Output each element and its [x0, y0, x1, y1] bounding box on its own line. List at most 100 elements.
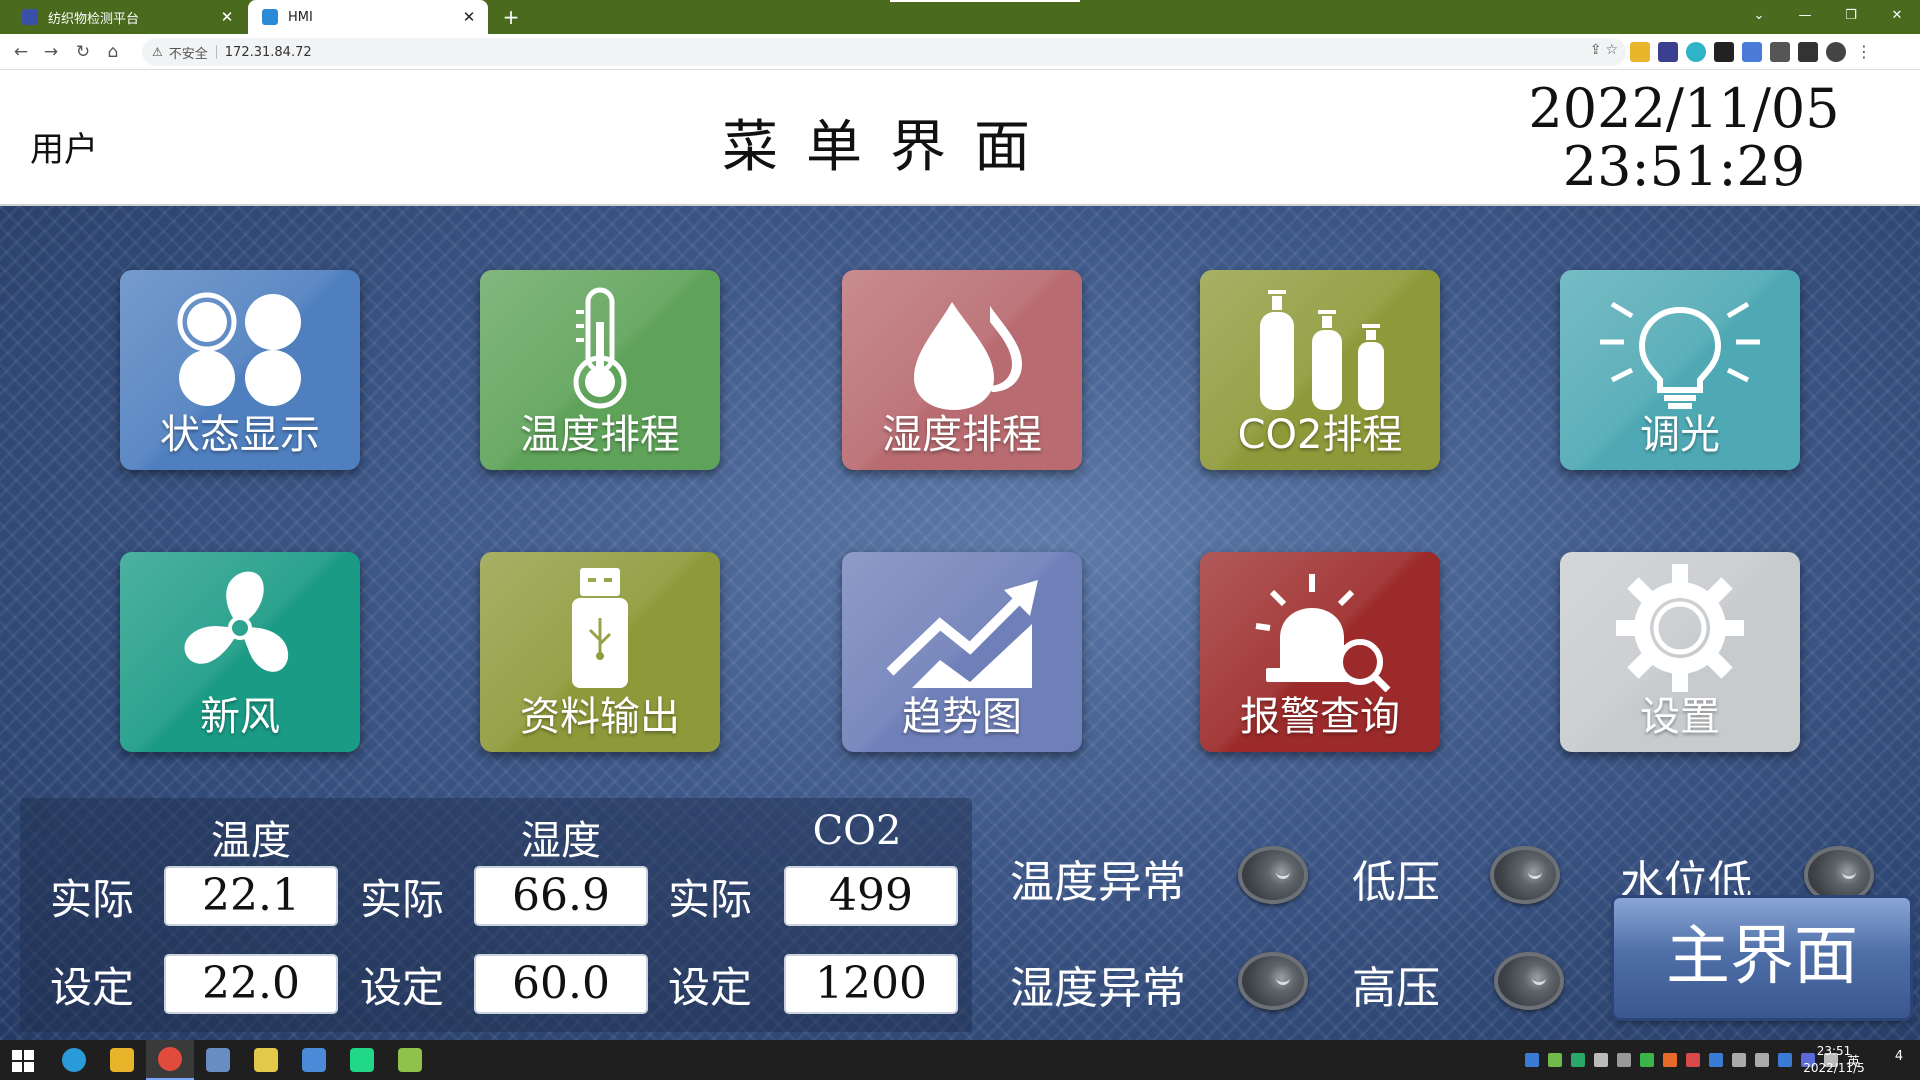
profile-avatar-icon[interactable]: [1826, 42, 1846, 62]
address-bar[interactable]: ⚠ 不安全 172.31.84.72 ⇪ ☆: [142, 38, 1626, 66]
pycharm-app[interactable]: [338, 1040, 386, 1080]
bluetooth-icon[interactable]: [1708, 1053, 1723, 1067]
hmi-header: 用户 菜单界面 2022/11/05 23:51:29: [0, 70, 1920, 206]
tray-cloud-icon[interactable]: [1593, 1053, 1608, 1067]
compass-extension-icon[interactable]: [1686, 42, 1706, 62]
tile-temperature-schedule[interactable]: 温度排程: [480, 270, 720, 470]
clock-time: 23:51:29: [1562, 135, 1806, 198]
security-tray-icon[interactable]: [1777, 1053, 1792, 1067]
divider: [215, 45, 217, 59]
taskbar-time: 23:51: [1816, 1044, 1852, 1058]
tab-textile-platform[interactable]: 纺织物检测平台 ✕: [8, 0, 246, 34]
share-icon[interactable]: ⇪: [1590, 42, 1602, 58]
temperature-alarm-lamp-icon: [1238, 846, 1308, 904]
kebab-menu-icon[interactable]: ⋮: [1854, 42, 1874, 62]
humidity-header: 湿度: [521, 818, 601, 864]
edge-app[interactable]: [50, 1040, 98, 1080]
tile-label: 趋势图: [902, 694, 1022, 740]
tray-app3-icon[interactable]: [1685, 1053, 1700, 1067]
light-bulb-icon: [1600, 301, 1760, 409]
windows-start-icon[interactable]: [12, 1050, 34, 1072]
tab-close-icon[interactable]: ✕: [460, 8, 478, 26]
actual-label: 实际: [668, 875, 753, 924]
box-extension-icon[interactable]: [1714, 42, 1734, 62]
tile-alarm-query[interactable]: 报警查询: [1200, 552, 1440, 752]
calc-icon: [254, 1048, 278, 1072]
tile-dimming[interactable]: 调光: [1560, 270, 1800, 470]
tile-label: 温度排程: [520, 412, 680, 458]
pycharm-icon: [350, 1048, 374, 1072]
tile-humidity-schedule[interactable]: 湿度排程: [842, 270, 1082, 470]
reload-icon[interactable]: ↻: [70, 39, 96, 65]
network-tray-icon[interactable]: [1754, 1053, 1769, 1067]
tray-nvidia-icon[interactable]: [1547, 1053, 1562, 1067]
monitor-icon: [206, 1048, 230, 1072]
browser-tab-strip: 纺织物检测平台 ✕ HMI ✕ + ⌄ — ❐ ✕: [0, 0, 1920, 34]
thermometer-icon: [573, 287, 627, 409]
tile-settings[interactable]: 设置: [1560, 552, 1800, 752]
tab-search-button[interactable]: ⌄: [1736, 0, 1782, 34]
chrome-app[interactable]: [146, 1040, 194, 1080]
tray-app2-icon[interactable]: [1662, 1053, 1677, 1067]
browser-toolbar: ← → ↻ ⌂ ⚠ 不安全 172.31.84.72 ⇪ ☆ ⋮: [0, 34, 1920, 70]
usb-tray-icon[interactable]: [1731, 1053, 1746, 1067]
tray-sheets-icon[interactable]: [1570, 1053, 1585, 1067]
tray-display-icon[interactable]: [1616, 1053, 1631, 1067]
tab-title: HMI: [288, 9, 313, 25]
tile-fresh-air[interactable]: 新风: [120, 552, 360, 752]
notification-center-icon[interactable]: 4: [1888, 1049, 1910, 1071]
low-pressure-label: 低压: [1352, 857, 1440, 908]
high-pressure-label: 高压: [1352, 963, 1440, 1014]
tile-label: 湿度排程: [882, 412, 1042, 458]
tray-app-icon[interactable]: [1524, 1053, 1539, 1067]
tile-label: CO2排程: [1237, 412, 1403, 458]
folder-extension-icon[interactable]: [1630, 42, 1650, 62]
tile-data-export[interactable]: 资料输出: [480, 552, 720, 752]
tile-label: 新风: [200, 694, 280, 740]
tile-status-display[interactable]: 状态显示: [120, 270, 360, 470]
tile-trend-chart[interactable]: 趋势图: [842, 552, 1082, 752]
taskbar-clock[interactable]: 23:51 2022/11/5: [1794, 1043, 1874, 1077]
site-favicon-icon: [262, 9, 278, 25]
clock: 2022/11/05 23:51:29: [1504, 80, 1864, 196]
notepad-icon: [398, 1048, 422, 1072]
setpoint-label: 设定: [360, 963, 445, 1012]
minimize-button[interactable]: —: [1782, 0, 1828, 34]
translate-extension-icon[interactable]: [1742, 42, 1762, 62]
temperature-header: 温度: [211, 818, 291, 864]
omnibox-actions: ⇪ ☆: [1590, 42, 1618, 58]
tile-co2-schedule[interactable]: CO2排程: [1200, 270, 1440, 470]
chrome-icon: [158, 1047, 182, 1071]
ia-extension-icon[interactable]: [1658, 42, 1678, 62]
windows-taskbar: 英 23:51 2022/11/5 4: [0, 1040, 1920, 1080]
temperature-setpoint-input[interactable]: 22.0: [166, 956, 336, 1012]
tray-wechat-icon[interactable]: [1639, 1053, 1654, 1067]
new-tab-button[interactable]: +: [498, 4, 524, 30]
url-text[interactable]: 172.31.84.72: [225, 45, 312, 60]
notepad-app[interactable]: [386, 1040, 434, 1080]
home-icon[interactable]: ⌂: [100, 39, 126, 65]
close-window-button[interactable]: ✕: [1874, 0, 1920, 34]
bookmark-star-icon[interactable]: ☆: [1605, 42, 1618, 58]
taskbar-apps: [50, 1040, 434, 1080]
actual-label: 实际: [360, 875, 445, 924]
drag-region-marker: [890, 0, 1080, 2]
low-pressure-lamp-icon: [1490, 846, 1560, 904]
main-screen-button[interactable]: 主界面: [1614, 898, 1910, 1018]
file-explorer-app[interactable]: [98, 1040, 146, 1080]
humidity-setpoint-input[interactable]: 60.0: [476, 956, 646, 1012]
puzzle-icon[interactable]: [1770, 42, 1790, 62]
side-panel-icon[interactable]: [1798, 42, 1818, 62]
tab-close-icon[interactable]: ✕: [218, 8, 236, 26]
network-app[interactable]: [290, 1040, 338, 1080]
tab-hmi[interactable]: HMI ✕: [248, 0, 488, 34]
restore-button[interactable]: ❐: [1828, 0, 1874, 34]
setpoint-label: 设定: [668, 963, 753, 1012]
back-arrow-icon[interactable]: ←: [8, 39, 34, 65]
co2-setpoint-input[interactable]: 1200: [786, 956, 956, 1012]
forward-arrow-icon[interactable]: →: [38, 39, 64, 65]
temperature-alarm-label: 温度异常: [1010, 857, 1186, 908]
temperature-actual-value: 22.1: [166, 868, 336, 924]
calculator-app[interactable]: [242, 1040, 290, 1080]
remote-desktop-app[interactable]: [194, 1040, 242, 1080]
